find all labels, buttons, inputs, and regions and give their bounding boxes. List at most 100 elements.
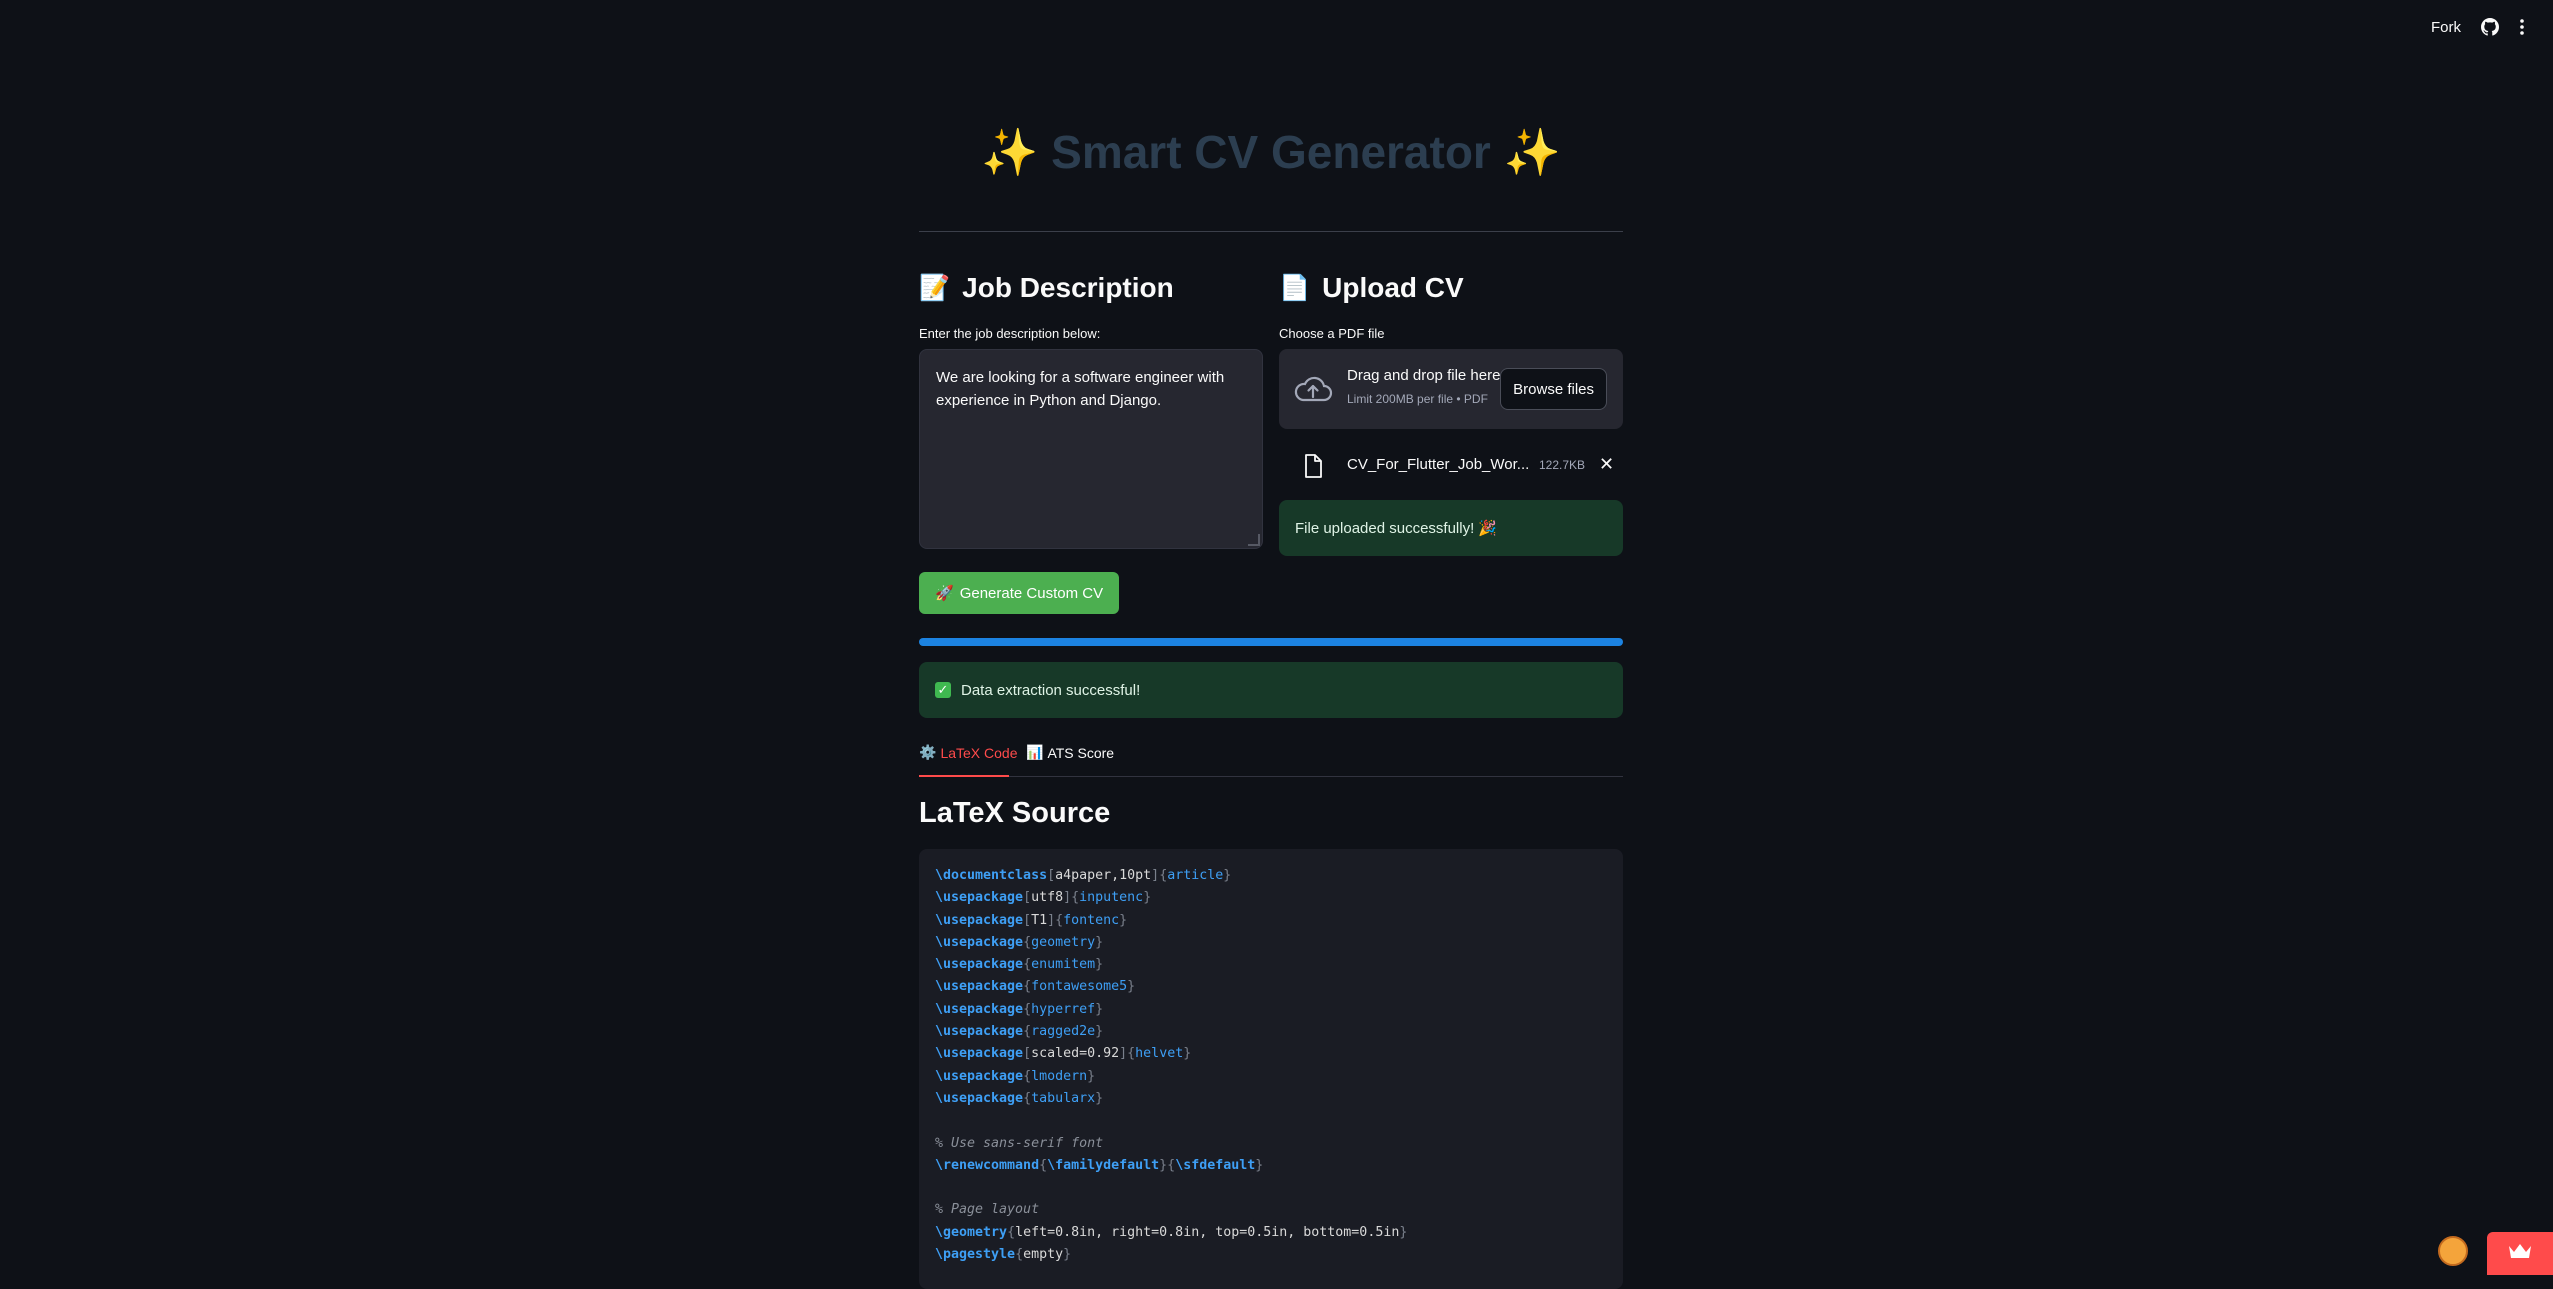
code-token: tabularx: [1031, 1090, 1096, 1106]
kebab-menu-icon[interactable]: [2519, 18, 2525, 36]
code-token: \usepackage: [935, 890, 1024, 906]
upload-cv-heading: 📄 Upload CV: [1279, 268, 1623, 308]
file-icon: [1303, 454, 1323, 483]
code-token: fontenc: [1063, 912, 1120, 928]
code-token: {: [1159, 868, 1168, 883]
code-token: \renewcommand: [935, 1157, 1040, 1173]
code-token: {: [1023, 1090, 1032, 1106]
sparkles-icon: ✨: [1503, 126, 1561, 178]
code-token: \usepackage: [935, 979, 1024, 995]
latex-source-heading: LaTeX Source: [919, 797, 1111, 829]
code-token: }: [1095, 1090, 1104, 1106]
remove-file-icon[interactable]: ✕: [1599, 454, 1614, 475]
streamlit-badge[interactable]: [2487, 1232, 2553, 1275]
code-token: fontawesome5: [1031, 979, 1128, 995]
upload-success-text: File uploaded successfully! 🎉: [1295, 520, 1498, 537]
job-description-label: Enter the job description below:: [919, 326, 1101, 341]
code-token: inputenc: [1079, 890, 1144, 906]
code-token: }: [1063, 1247, 1072, 1263]
code-token: % Page layout: [935, 1202, 1040, 1218]
generate-cv-button[interactable]: 🚀 Generate Custom CV: [919, 572, 1120, 614]
active-tab-indicator: [919, 775, 1009, 777]
code-line: \usepackage{fontawesome5}: [935, 976, 1607, 998]
code-token: \usepackage: [935, 957, 1024, 973]
code-token: }: [1223, 868, 1232, 883]
code-token: ]: [1119, 1046, 1128, 1062]
code-token: {: [1023, 1024, 1032, 1040]
code-token: {: [1023, 934, 1032, 950]
gear-icon: ⚙️: [919, 744, 937, 760]
code-token: \familydefault: [1047, 1157, 1160, 1173]
code-token: [: [1047, 868, 1056, 883]
code-token: \usepackage: [935, 912, 1024, 928]
code-token: left=0.8in, right=0.8in, top=0.5in, bott…: [1015, 1224, 1400, 1240]
file-dropzone[interactable]: Drag and drop file here Limit 200MB per …: [1279, 349, 1623, 429]
code-line: % Use sans-serif font: [935, 1133, 1607, 1155]
document-icon: 📄: [1279, 273, 1311, 302]
app-toolbar: Fork: [2431, 18, 2525, 36]
code-line: % Page layout: [935, 1199, 1607, 1221]
tab-latex-code-label: LaTeX Code: [940, 744, 1018, 761]
code-token: \pagestyle: [935, 1247, 1016, 1263]
code-token: article: [1167, 868, 1224, 883]
code-token: }: [1095, 1024, 1104, 1040]
code-token: a4paper,10pt: [1055, 868, 1152, 883]
code-token: }: [1183, 1046, 1192, 1062]
code-token: }: [1127, 979, 1136, 995]
code-token: [: [1023, 912, 1032, 928]
code-token: {: [1023, 1068, 1032, 1084]
memo-icon: 📝: [919, 273, 951, 302]
cloud-upload-icon: [1293, 373, 1333, 410]
code-token: }: [1095, 1001, 1104, 1017]
code-token: \geometry: [935, 1224, 1008, 1240]
code-token: {: [1127, 1046, 1136, 1062]
code-line: \usepackage{hyperref}: [935, 999, 1607, 1021]
upload-success-alert: File uploaded successfully! 🎉: [1279, 500, 1623, 556]
rocket-icon: 🚀: [935, 585, 954, 602]
code-line: \usepackage[scaled=0.92]{helvet}: [935, 1043, 1607, 1065]
fork-link[interactable]: Fork: [2431, 19, 2461, 36]
code-token: \usepackage: [935, 1068, 1024, 1084]
code-token: }: [1399, 1224, 1408, 1240]
page-title: ✨ Smart CV Generator ✨: [919, 125, 1623, 180]
code-token: ]: [1063, 890, 1072, 906]
dropzone-title: Drag and drop file here: [1347, 367, 1501, 384]
code-line: \usepackage{ragged2e}: [935, 1021, 1607, 1043]
tab-latex-code[interactable]: ⚙️ LaTeX Code: [919, 744, 1018, 761]
code-token: ]: [1151, 868, 1160, 883]
uploaded-file-row: CV_For_Flutter_Job_Wor... 122.7KB ✕: [1279, 446, 1623, 486]
result-tabs: ⚙️ LaTeX Code 📊 ATS Score: [919, 742, 1623, 777]
github-icon[interactable]: [2481, 18, 2499, 36]
code-token: ragged2e: [1031, 1024, 1096, 1040]
uploaded-file-name: CV_For_Flutter_Job_Wor...: [1347, 456, 1530, 473]
code-token: }: [1255, 1157, 1264, 1173]
tab-ats-score[interactable]: 📊 ATS Score: [1026, 744, 1114, 761]
page-title-text: Smart CV Generator: [1051, 126, 1491, 178]
generate-cv-label: Generate Custom CV: [959, 584, 1104, 602]
code-token: \usepackage: [935, 1001, 1024, 1017]
tab-ats-score-label: ATS Score: [1047, 744, 1115, 761]
resize-handle-icon[interactable]: [1248, 534, 1260, 546]
job-description-textarea[interactable]: We are looking for a software engineer w…: [919, 349, 1263, 549]
code-line: \pagestyle{empty}: [935, 1244, 1607, 1266]
sparkles-icon: ✨: [981, 126, 1039, 178]
code-token: {: [1039, 1157, 1048, 1173]
browse-files-button[interactable]: Browse files: [1500, 368, 1607, 410]
code-token: ]: [1047, 912, 1056, 928]
crown-icon: [2507, 1242, 2533, 1265]
latex-code-block[interactable]: \documentclass[a4paper,10pt]{article} \us…: [919, 849, 1623, 1289]
code-token: \usepackage: [935, 1090, 1024, 1106]
code-token: [: [1023, 1046, 1032, 1062]
code-token: hyperref: [1031, 1001, 1096, 1017]
code-line: \usepackage{enumitem}: [935, 954, 1607, 976]
avatar[interactable]: [2438, 1236, 2468, 1266]
code-line: \renewcommand{\familydefault}{\sfdefault…: [935, 1155, 1607, 1177]
code-token: geometry: [1031, 934, 1096, 950]
code-token: enumitem: [1031, 957, 1096, 973]
code-line: \usepackage[T1]{fontenc}: [935, 910, 1607, 932]
code-token: {: [1023, 957, 1032, 973]
code-line: \usepackage{geometry}: [935, 932, 1607, 954]
code-token: }: [1095, 957, 1104, 973]
code-line: \usepackage{lmodern}: [935, 1066, 1607, 1088]
